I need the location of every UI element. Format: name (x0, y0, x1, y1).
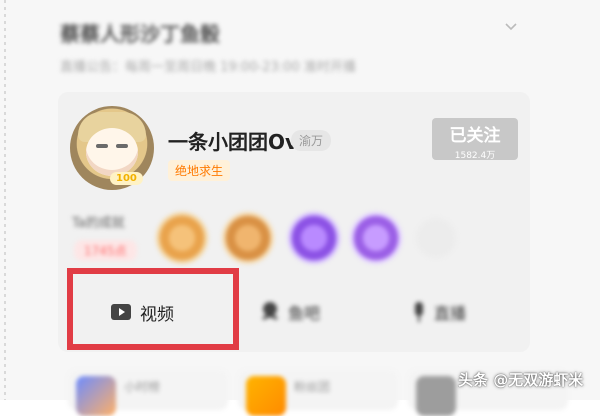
page-title: 蔡蔡人形沙丁鱼骰 (60, 22, 220, 46)
mic-icon (415, 302, 423, 322)
tab-live-label: 直播 (434, 304, 467, 323)
avatar-eye-left (96, 144, 108, 148)
achievement-medal-icon[interactable] (156, 212, 208, 264)
achievement-medal-icon[interactable] (288, 212, 340, 264)
highlight-box (67, 268, 239, 350)
fish-icon (262, 302, 278, 321)
follow-button[interactable]: 已关注 1582.4万 (432, 118, 518, 161)
achievement-medal-icon[interactable] (222, 212, 274, 264)
tab-live[interactable]: 直播 (412, 292, 466, 332)
page-subtitle: 直播公告：每周一至周日晚 19:00-23:00 准时开播 (60, 60, 356, 75)
fan-group-icon (246, 376, 286, 416)
game-tag[interactable]: 绝地求生 (168, 160, 231, 181)
list-item[interactable]: 粉丝团 (238, 370, 398, 416)
level-pill: 渝万 (291, 130, 332, 151)
watermark: 头条 @无双游虾米 (458, 371, 584, 389)
follower-count: 1582.4万 (454, 151, 496, 161)
rank-icon (76, 376, 116, 416)
list-item[interactable]: 小时榜 (68, 370, 228, 416)
achievements-points: 1745点 (74, 240, 137, 261)
tab-fish-bar[interactable]: 鱼吧 (260, 292, 320, 332)
achievement-medal-icon[interactable] (350, 212, 402, 264)
misc-icon (416, 376, 456, 416)
follow-button-label: 已关注 (449, 126, 501, 146)
achievements-label: Ta的成就 (72, 216, 125, 231)
left-dotted-border (4, 0, 6, 400)
app-page: 蔡蔡人形沙丁鱼骰 直播公告：每周一至周日晚 19:00-23:00 准时开播 1… (0, 0, 600, 416)
chevron-down-icon[interactable] (505, 21, 517, 33)
list-item-label: 粉丝团 (294, 380, 331, 394)
tab-fish-bar-label: 鱼吧 (288, 304, 321, 323)
more-medals-icon[interactable] (416, 218, 456, 258)
avatar-eye-right (116, 144, 128, 148)
list-item-label: 小时榜 (124, 380, 161, 394)
avatar-face-shape (86, 128, 138, 176)
avatar[interactable]: 100 (70, 106, 154, 190)
avatar-level-badge: 100 (110, 172, 143, 185)
